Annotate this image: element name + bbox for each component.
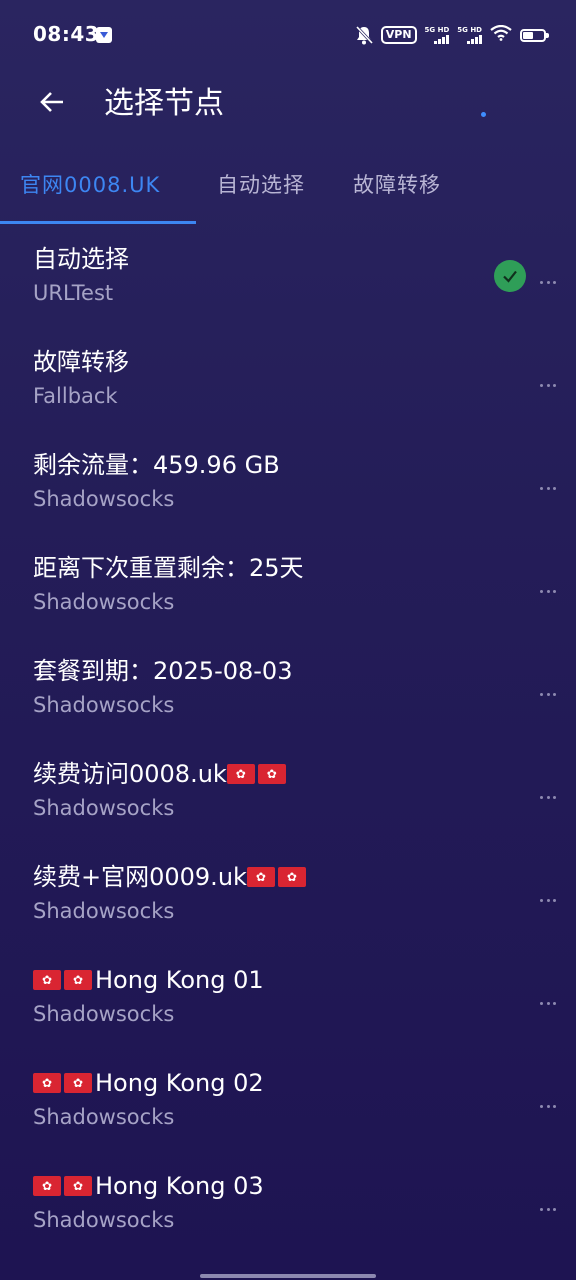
hk-flag-icon <box>33 1073 61 1093</box>
proxy-name: 套餐到期：2025-08-03 <box>33 657 293 685</box>
proxy-item[interactable]: 剩余流量：459.96 GB Shadowsocks <box>0 432 576 535</box>
proxy-item[interactable]: 自动选择 URLTest <box>0 226 576 329</box>
hk-flag-icon <box>64 1073 92 1093</box>
battery-icon <box>520 28 549 42</box>
signal-sim2-icon: 5G HD <box>457 26 482 44</box>
tab-auto-select[interactable]: 自动选择 <box>217 170 305 200</box>
proxy-item[interactable]: Hong Kong 03 Shadowsocks <box>0 1153 576 1256</box>
proxy-item[interactable]: 续费访问0008.uk Shadowsocks <box>0 741 576 844</box>
hk-flag-icon <box>257 764 286 784</box>
more-icon[interactable] <box>540 274 556 290</box>
sim2-label: 5G HD <box>457 26 482 34</box>
proxy-name: 续费访问0008.uk <box>33 760 227 788</box>
proxy-list: 自动选择 URLTest 故障转移 Fallback 剩余流量：459.96 G… <box>0 226 576 1280</box>
proxy-name: 自动选择 <box>33 245 129 273</box>
proxy-name: 故障转移 <box>33 348 129 376</box>
wifi-icon <box>490 24 512 45</box>
back-button[interactable] <box>26 82 78 126</box>
proxy-name: Hong Kong 02 <box>95 1069 264 1097</box>
mute-bell-icon <box>355 25 373 45</box>
more-icon[interactable] <box>540 480 556 496</box>
proxy-item[interactable]: 续费+官网0009.uk Shadowsocks <box>0 844 576 947</box>
signal-sim1-icon: 5G HD <box>425 26 450 44</box>
status-bar: 08:43 VPN 5G HD 5G HD <box>0 0 576 70</box>
app-bar: 选择节点 <box>0 70 576 140</box>
hk-flag-icon <box>246 867 275 887</box>
more-icon[interactable] <box>540 1201 556 1217</box>
more-icon[interactable] <box>540 995 556 1011</box>
tab-fallback[interactable]: 故障转移 <box>353 170 441 200</box>
status-time: 08:43 <box>33 22 100 46</box>
tab-indicator <box>0 221 196 224</box>
proxy-name-row: Hong Kong 02 <box>33 1066 264 1100</box>
proxy-type: Shadowsocks <box>33 1105 175 1129</box>
proxy-item[interactable]: Hong Kong 01 Shadowsocks <box>0 947 576 1050</box>
proxy-name: 续费+官网0009.uk <box>33 863 247 891</box>
hk-flag-icon <box>226 764 255 784</box>
proxy-type: Shadowsocks <box>33 590 175 614</box>
proxy-type: Shadowsocks <box>33 1002 175 1026</box>
hk-flag-icon <box>64 970 92 990</box>
more-icon[interactable] <box>540 377 556 393</box>
more-icon[interactable] <box>540 686 556 702</box>
proxy-type: Fallback <box>33 384 118 408</box>
proxy-item[interactable]: 距离下次重置剩余：25天 Shadowsocks <box>0 535 576 638</box>
vpn-badge: VPN <box>380 26 417 44</box>
tab-official-site[interactable]: 官网0008.UK <box>20 170 160 200</box>
hk-flag-icon <box>33 1176 61 1196</box>
proxy-type: Shadowsocks <box>33 693 175 717</box>
proxy-type: URLTest <box>33 281 114 305</box>
proxy-name: 距离下次重置剩余：25天 <box>33 554 304 582</box>
notification-app-icon <box>96 27 112 43</box>
loading-indicator <box>481 112 486 117</box>
hk-flag-icon <box>277 867 306 887</box>
page-title: 选择节点 <box>104 86 224 121</box>
sim1-label: 5G HD <box>424 26 450 34</box>
proxy-item[interactable]: 故障转移 Fallback <box>0 329 576 432</box>
more-icon[interactable] <box>540 892 556 908</box>
hk-flag-icon <box>33 970 61 990</box>
proxy-name: 剩余流量：459.96 GB <box>33 451 280 479</box>
proxy-item[interactable]: 套餐到期：2025-08-03 Shadowsocks <box>0 638 576 741</box>
status-icons: VPN 5G HD 5G HD <box>355 24 549 46</box>
home-indicator[interactable] <box>200 1274 376 1278</box>
proxy-name-row: 续费+官网0009.uk <box>33 860 309 894</box>
proxy-type: Shadowsocks <box>33 1208 175 1232</box>
proxy-type: Shadowsocks <box>33 899 175 923</box>
proxy-name-row: Hong Kong 03 <box>33 1169 264 1203</box>
proxy-name-row: 续费访问0008.uk <box>33 757 289 791</box>
proxy-type: Shadowsocks <box>33 796 175 820</box>
proxy-name-row: Hong Kong 01 <box>33 963 264 997</box>
group-tabs: 官网0008.UK 自动选择 故障转移 <box>0 148 576 224</box>
proxy-name: Hong Kong 03 <box>95 1172 264 1200</box>
arrow-left-icon <box>39 91 65 117</box>
proxy-item[interactable]: Hong Kong 02 Shadowsocks <box>0 1050 576 1153</box>
hk-flag-icon <box>64 1176 92 1196</box>
more-icon[interactable] <box>540 789 556 805</box>
proxy-name: Hong Kong 01 <box>95 966 264 994</box>
check-circle-icon <box>494 260 526 292</box>
proxy-type: Shadowsocks <box>33 487 175 511</box>
more-icon[interactable] <box>540 583 556 599</box>
more-icon[interactable] <box>540 1098 556 1114</box>
